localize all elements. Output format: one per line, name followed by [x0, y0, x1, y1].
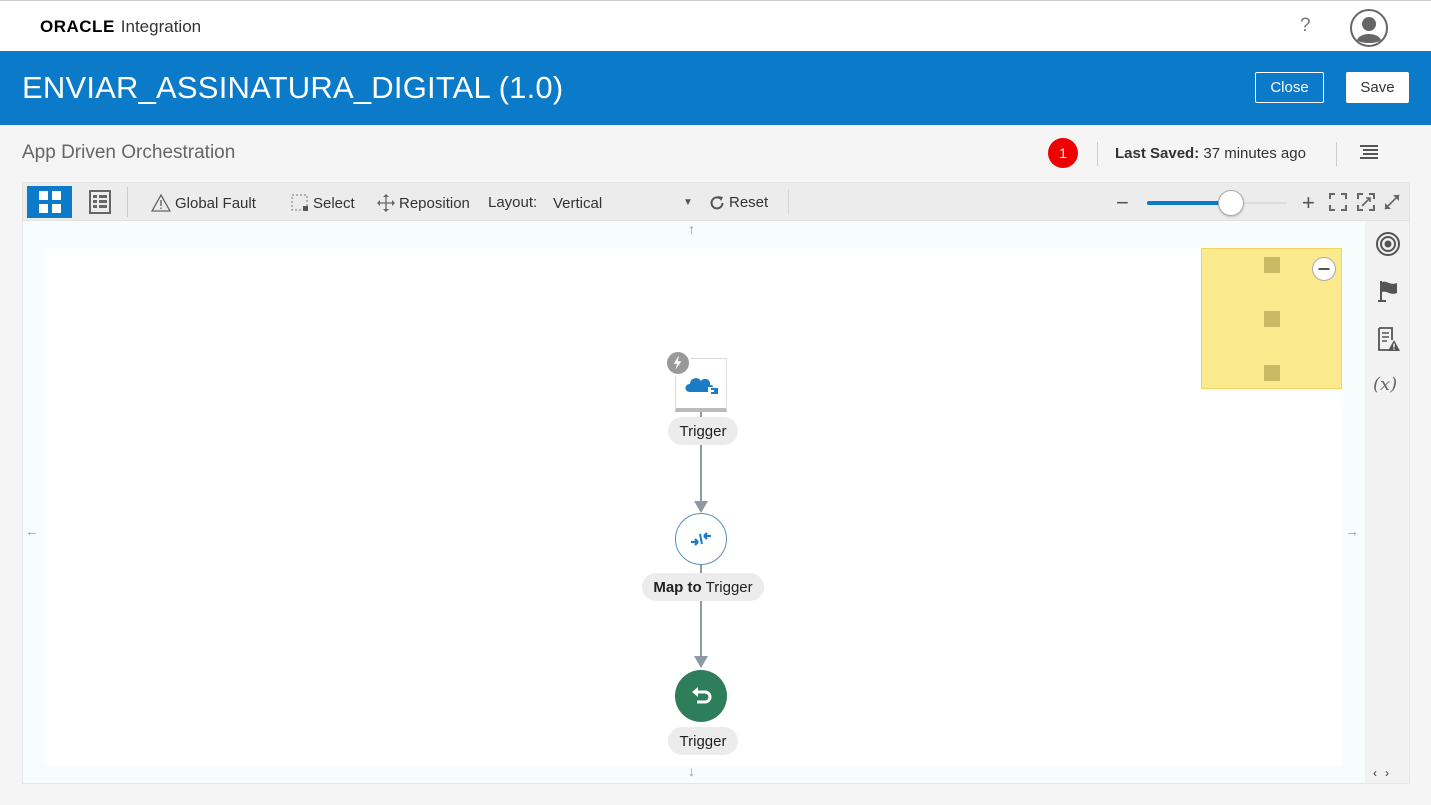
- select-label: Select: [313, 194, 355, 212]
- user-avatar-icon[interactable]: [1350, 9, 1388, 47]
- map-label-target: Trigger: [705, 578, 753, 596]
- divider: [1336, 142, 1337, 166]
- flow-arrowhead: [694, 501, 708, 513]
- lightning-bolt-icon: [665, 350, 691, 376]
- layout-select[interactable]: Vertical ▼: [553, 192, 721, 214]
- collapse-minimap-icon[interactable]: [1312, 257, 1336, 281]
- canvas-view-button[interactable]: [27, 186, 72, 218]
- list-view-button[interactable]: [77, 186, 122, 218]
- scroll-up-arrow[interactable]: ↑: [688, 221, 695, 237]
- fit-to-screen-icon[interactable]: [1329, 193, 1347, 211]
- divider: [127, 187, 128, 217]
- divider: [788, 189, 789, 215]
- integration-title-bar: ENVIAR_ASSINATURA_DIGITAL (1.0) Close Sa…: [0, 51, 1431, 125]
- list-view-icon: [88, 190, 111, 214]
- select-button[interactable]: Select: [291, 194, 355, 212]
- zoom-out-button[interactable]: −: [1116, 190, 1129, 216]
- save-button[interactable]: Save: [1346, 72, 1409, 103]
- flag-icon[interactable]: [1375, 278, 1401, 304]
- move-icon: [377, 194, 395, 212]
- global-fault-button[interactable]: Global Fault: [151, 194, 256, 212]
- integration-style-label: App Driven Orchestration: [22, 142, 236, 163]
- minimap-panel[interactable]: [1201, 248, 1342, 389]
- last-saved-label: Last Saved:: [1115, 145, 1200, 162]
- variables-icon[interactable]: (x): [1373, 374, 1397, 395]
- flow-arrowhead: [694, 656, 708, 668]
- reset-label: Reset: [729, 194, 769, 211]
- warning-icon: [151, 194, 171, 212]
- top-header: ORACLE Integration ?: [0, 0, 1431, 51]
- expand-icon[interactable]: [1383, 193, 1401, 211]
- return-trigger-node[interactable]: [675, 670, 727, 722]
- integration-subheader: App Driven Orchestration 1 Last Saved: 3…: [0, 125, 1431, 182]
- chevron-down-icon: ▼: [683, 197, 693, 208]
- last-saved-value: 37 minutes ago: [1203, 145, 1306, 162]
- map-node-label: Map to Trigger: [642, 573, 764, 601]
- errors-document-icon[interactable]: [1375, 326, 1401, 352]
- hamburger-menu-icon[interactable]: [1360, 144, 1378, 160]
- oracle-integration-logo[interactable]: ORACLE Integration: [40, 17, 201, 37]
- return-arrow-icon: [692, 687, 712, 704]
- reset-button[interactable]: Reset: [709, 194, 768, 211]
- minimap-node: [1264, 365, 1280, 381]
- map-label-prefix: Map to: [653, 578, 702, 596]
- layout-label: Layout:: [488, 194, 538, 211]
- target-icon[interactable]: [1375, 231, 1401, 257]
- last-saved-status: Last Saved: 37 minutes ago: [1115, 145, 1306, 162]
- scroll-right-arrow[interactable]: →: [1345, 523, 1359, 539]
- global-fault-label: Global Fault: [175, 194, 256, 212]
- minimap-node: [1264, 257, 1280, 273]
- zoom-in-button[interactable]: +: [1302, 190, 1315, 216]
- canvas-view-icon: [38, 191, 61, 213]
- select-marquee-icon: [291, 194, 308, 211]
- map-to-trigger-node[interactable]: [675, 513, 727, 565]
- brand-name: ORACLE: [40, 17, 115, 36]
- layout-select-value: Vertical: [553, 195, 603, 212]
- map-icon: [691, 532, 711, 546]
- integration-title: ENVIAR_ASSINATURA_DIGITAL (1.0): [22, 70, 564, 105]
- flow-diagram-area: Trigger Map to Trigger Trigger: [45, 248, 1343, 765]
- close-button[interactable]: Close: [1255, 72, 1324, 103]
- integration-canvas: Global Fault Select Reposition Layout: V…: [22, 182, 1410, 784]
- rail-pager[interactable]: ‹›: [1373, 766, 1397, 780]
- minimap-node: [1264, 311, 1280, 327]
- reposition-label: Reposition: [399, 194, 470, 212]
- return-node-label: Trigger: [668, 727, 738, 755]
- error-count-badge[interactable]: 1: [1048, 138, 1078, 168]
- zoom-slider[interactable]: [1147, 190, 1287, 216]
- zoom-slider-handle[interactable]: [1218, 190, 1244, 216]
- scroll-left-arrow[interactable]: ←: [25, 523, 39, 539]
- divider: [1097, 142, 1098, 166]
- right-tool-rail: (x) ‹›: [1365, 221, 1409, 783]
- canvas-toolbar: Global Fault Select Reposition Layout: V…: [23, 183, 1409, 221]
- actual-size-icon[interactable]: [1357, 193, 1375, 211]
- refresh-icon: [710, 195, 724, 209]
- trigger-node-label: Trigger: [668, 417, 738, 445]
- product-name: Integration: [120, 17, 202, 36]
- reposition-button[interactable]: Reposition: [377, 194, 470, 212]
- scroll-down-arrow[interactable]: ↓: [688, 763, 695, 779]
- help-icon[interactable]: ?: [1300, 15, 1311, 37]
